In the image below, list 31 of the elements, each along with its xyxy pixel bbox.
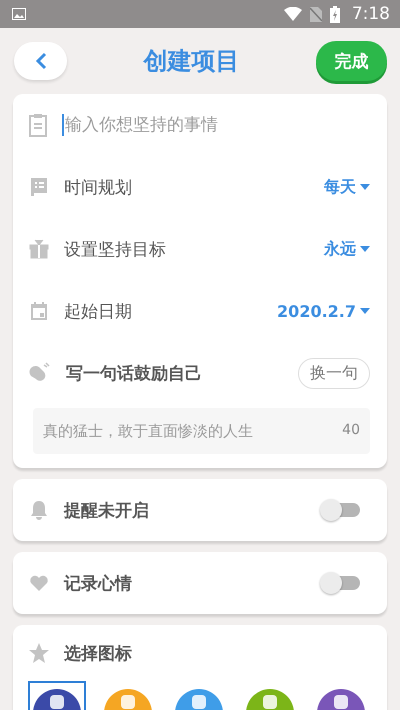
page-title: 创建项目 (144, 46, 240, 77)
project-name-field[interactable]: 输入你想坚持的事情 (62, 114, 370, 136)
done-button[interactable]: 完成 (316, 41, 387, 81)
caret-icon (360, 184, 370, 190)
character-count: 40 (342, 422, 360, 438)
image-icon (12, 8, 26, 20)
option-label: 设置坚持目标 (64, 238, 167, 260)
bell-icon (28, 499, 50, 521)
no-sim-icon (310, 6, 322, 22)
star-icon (28, 642, 50, 664)
option-dropdown[interactable]: 2020.2.7 (277, 302, 370, 320)
option-dropdown[interactable]: 永远 (324, 238, 370, 260)
caret-icon (360, 308, 370, 314)
option-label: 时间规划 (64, 176, 133, 198)
change-motto-button[interactable]: 换一句 (298, 358, 370, 388)
wifi-icon (284, 7, 302, 21)
toggle-label: 记录心情 (64, 572, 133, 594)
toggle-label: 提醒未开启 (64, 500, 150, 522)
gift-icon (28, 238, 50, 260)
clipboard-icon (28, 113, 48, 137)
back-icon (34, 52, 46, 70)
status-time: 7:18 (352, 4, 390, 24)
motto-label: 写一句话鼓励自己 (66, 362, 203, 384)
calendar-icon (28, 300, 50, 322)
caret-icon (360, 246, 370, 252)
option-label: 起始日期 (64, 300, 133, 322)
list-icon (28, 176, 50, 198)
option-dropdown[interactable]: 每天 (324, 176, 370, 198)
back-button[interactable] (14, 42, 67, 80)
battery-icon (330, 6, 340, 22)
icon-picker-label: 选择图标 (64, 642, 133, 664)
